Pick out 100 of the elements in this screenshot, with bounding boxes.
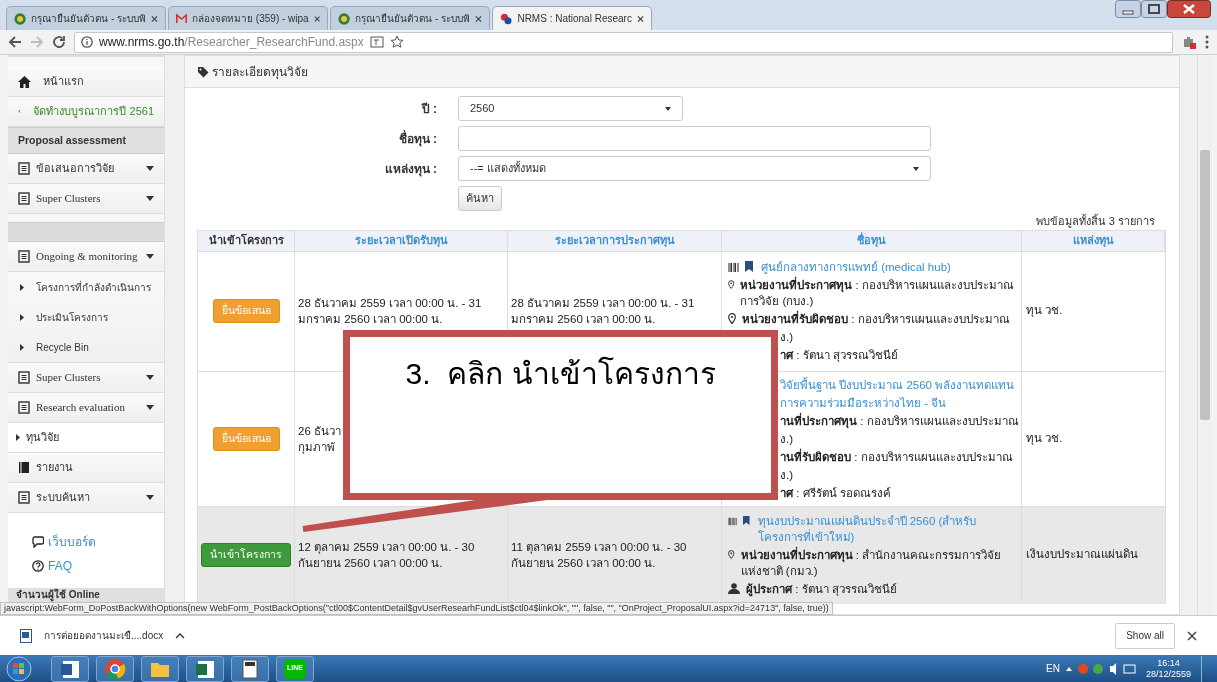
period-text: 11 ตุลาคม 2559 เวลา 00:00 น. - 30 — [511, 540, 688, 555]
tab-title: NRMS : National Researc — [517, 12, 632, 26]
info-icon — [81, 36, 93, 48]
start-orb-icon[interactable] — [6, 655, 32, 682]
help-icon — [32, 560, 44, 572]
text-input-field[interactable] — [458, 126, 931, 151]
clock-time: 16:14 — [1157, 657, 1180, 669]
source-text: เงินงบประมาณแผ่นดิน — [1026, 547, 1138, 563]
caret-icon — [146, 375, 154, 380]
sidebar-label: ทุนวิจัย — [26, 430, 59, 446]
status-url-text: javascript:WebForm_DoPostBackWithOptions(new WebForm_PostBackOptions("ctl00$ContentDetail$gvUserResearhFundList$ctl04$linkOk", "", false, "", "OnProject_ProposalUI.aspx?id=24713", false, true)) — [0, 602, 833, 615]
source-text: ทุน วช. — [1026, 303, 1063, 319]
tag-icon — [197, 65, 209, 78]
triangle-icon — [20, 313, 24, 321]
fund-detail-text: ผู้ประกาศ : รัตนา สุวรรณวิชนีย์ — [746, 582, 897, 597]
browser-tab[interactable]: กล่องจดหมาย (359) - wipa — [168, 6, 328, 30]
extension-icon[interactable] — [1181, 34, 1197, 50]
sidebar-subitem[interactable]: โครงการที่กำลังดำเนินการ — [8, 272, 164, 302]
taskbar-app[interactable] — [186, 655, 224, 682]
column-header: แหล่งทุน — [1022, 230, 1165, 251]
period-text: 12 ตุลาคม 2559 เวลา 00:00 น. - 30 — [298, 540, 476, 555]
search-button[interactable]: ค้นหา — [458, 186, 502, 211]
sidebar-label: Super Clusters — [36, 370, 101, 386]
user-icon — [728, 583, 740, 594]
document-icon — [18, 491, 30, 504]
download-file-name[interactable]: การต่อยอดงานมะเขื....docx — [44, 628, 164, 643]
period-text: กุมภาพั — [298, 439, 336, 455]
show-all-button[interactable]: Show all — [1115, 622, 1175, 649]
fund-detail-text: ง.) — [780, 330, 794, 345]
barcode-icon — [728, 263, 739, 272]
field-label: ปี : — [420, 100, 437, 118]
callout-text: 3. คลิก นำเข้าโครงการ — [405, 355, 716, 392]
sidebar-label: Research evaluation — [36, 400, 125, 416]
clock-date: 28/12/2559 — [1145, 668, 1191, 680]
sidebar-label: Super Clusters — [36, 191, 101, 207]
fund-name-link[interactable]: ศูนย์กลางทางการแพทย์ (medical hub) — [761, 259, 951, 275]
period-text: มกราคม 2560 เวลา 00:00 น. — [298, 311, 444, 327]
close-icon[interactable] — [1187, 630, 1197, 641]
caret-icon — [665, 106, 671, 111]
document-icon — [18, 192, 30, 205]
dropdown-field[interactable]: --= แสดงทั้งหมด — [458, 156, 931, 181]
calculator-icon — [239, 657, 261, 680]
sidebar-link[interactable]: เว็บบอร์ด — [32, 533, 140, 551]
sidebar-label: จัดทำงบบูรณาการปี 2561 — [33, 104, 154, 120]
maximize-icon[interactable] — [1141, 0, 1167, 18]
taskbar-app[interactable] — [51, 655, 89, 682]
column-header: ระยะเวลาเปิดรับทุน — [295, 230, 508, 251]
mail-icon — [176, 11, 188, 26]
scrollbar[interactable] — [1197, 55, 1212, 615]
document-icon — [18, 401, 30, 414]
tray-icons-drawing[interactable] — [1065, 662, 1136, 675]
period-text: กันยายน 2560 เวลา 00:00 น. — [511, 556, 657, 571]
pin-icon — [728, 549, 735, 560]
period-text: มกราคม 2560 เวลา 00:00 น. — [511, 311, 657, 327]
period-text: 28 ธันวาคม 2559 เวลา 00:00 น. - 31 — [298, 295, 483, 311]
close-icon[interactable] — [636, 14, 644, 23]
period-text: 26 ธันวา — [298, 423, 342, 439]
taskbar-app[interactable] — [231, 655, 269, 682]
import-project-button[interactable]: นำเข้าโครงการ — [201, 543, 291, 567]
caret-icon — [146, 495, 154, 500]
menu-icon[interactable] — [1205, 35, 1209, 49]
chevron-up-icon[interactable] — [175, 632, 186, 639]
chrome-icon — [104, 657, 126, 680]
fund-detail-text: หน่วยงานที่ประกาศทุน : กองบริหารแผนและงบประมาณการวิจัย (กบง.) — [740, 277, 1015, 309]
fund-detail-text: าศ : ศรีรัตน์ รอดณรงค์ — [780, 485, 891, 501]
close-icon[interactable] — [151, 14, 158, 23]
back-icon[interactable] — [8, 35, 22, 49]
close-icon[interactable] — [1167, 0, 1211, 18]
dropdown-field[interactable]: 2560 — [458, 96, 683, 121]
field-label: แหล่งทุน : — [383, 160, 437, 178]
source-text: ทุน วช. — [1026, 430, 1063, 447]
document-icon — [20, 628, 32, 643]
browser-tab[interactable]: กรุณายืนยันตัวตน - ระบบพิ — [6, 6, 166, 30]
document-icon — [18, 371, 30, 384]
field-label: ชื่อทุน : — [397, 129, 437, 148]
triangle-icon — [20, 283, 24, 291]
fund-name-link[interactable]: การความร่วมมือระหว่างไทย - จีน — [780, 394, 947, 411]
sidebar-label: หน้าแรก — [43, 74, 84, 90]
fund-name-link[interactable]: วิจัยพื้นฐาน ปีงบประมาณ 2560 พลังงานทดแทน — [780, 376, 1015, 393]
close-icon[interactable] — [475, 14, 482, 23]
column-header: ระยะเวลาการประกาศทุน — [508, 230, 722, 251]
address-field[interactable]: www.nrms.go.th/Researcher_ResearchFund.aspx — [74, 31, 1173, 53]
browser-tab[interactable]: กรุณายืนยันตัวตน - ระบบพิ — [330, 6, 490, 30]
sidebar-subitem[interactable]: ประเมินโครงการ — [8, 302, 164, 332]
sidebar-subitem[interactable]: Recycle Bin — [8, 332, 164, 362]
close-icon[interactable] — [313, 14, 320, 23]
seal-icon — [14, 11, 27, 26]
triangle-icon — [20, 343, 24, 351]
star-icon[interactable] — [389, 35, 404, 49]
language-indicator[interactable]: EN — [1046, 661, 1060, 676]
fund-detail-text: ง.) — [780, 431, 794, 447]
sidebar-label: Ongoing & monitoring — [36, 249, 138, 265]
browser-tab[interactable]: NRMS : National Researc — [492, 6, 652, 30]
result-count: พบข้อมูลทั้งสิ้น 3 รายการ — [1035, 213, 1155, 230]
pin-icon — [728, 279, 735, 290]
translate-icon — [369, 35, 384, 49]
fund-detail-text: าศ : รัตนา สุวรรณวิชนีย์ — [780, 348, 898, 363]
reload-icon[interactable] — [52, 35, 66, 49]
bookmark-icon — [742, 515, 750, 526]
book-icon — [18, 461, 30, 474]
